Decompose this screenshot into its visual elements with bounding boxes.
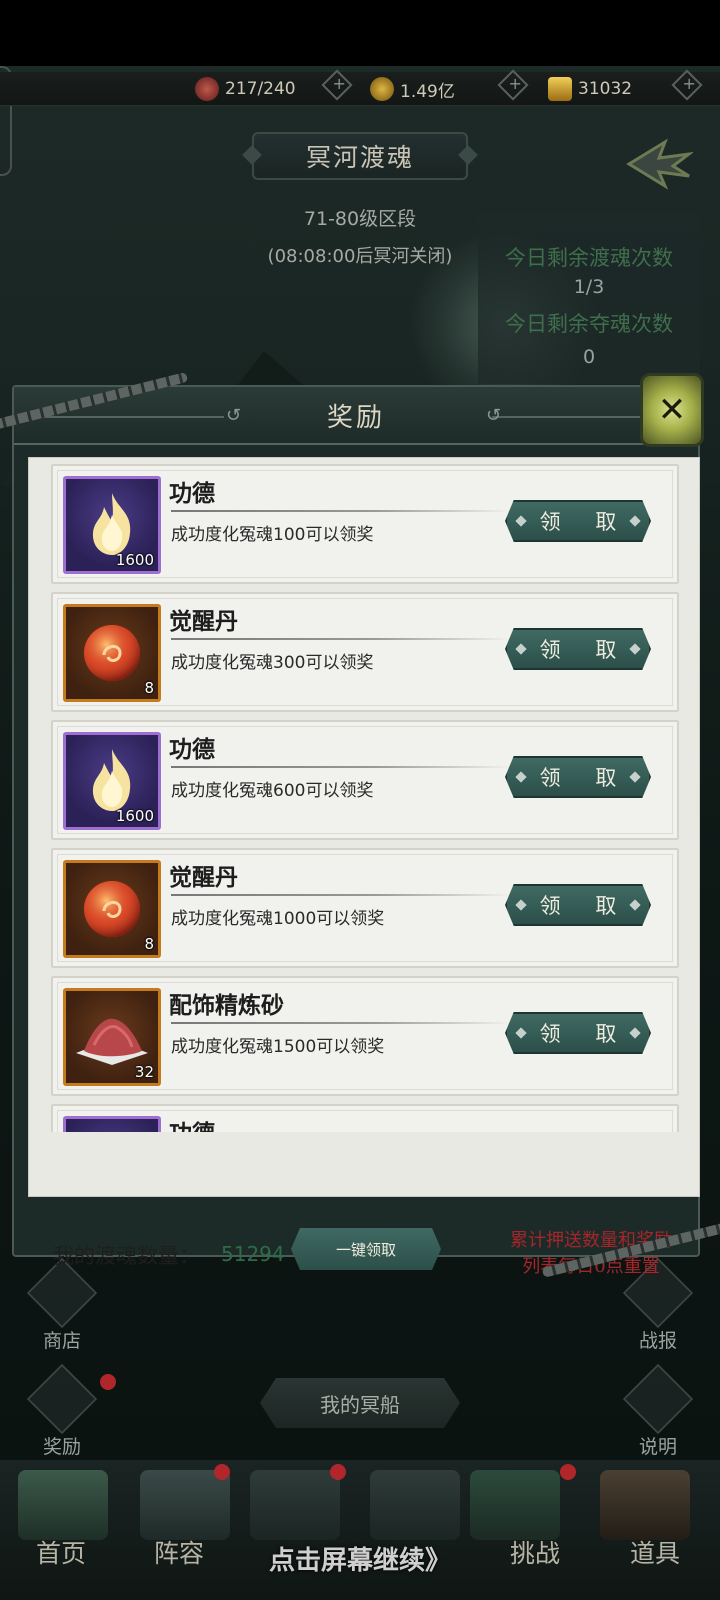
tap-to-continue-hint[interactable]: 点击屏幕继续》 <box>230 1540 490 1577</box>
notification-dot <box>214 1464 230 1480</box>
stamina-value: 217/240 <box>225 79 296 99</box>
remaining-ferry-value: 1/3 <box>573 276 605 298</box>
gold-ingot-icon <box>548 77 572 101</box>
item-count: 1600 <box>115 807 154 825</box>
reward-item-slot[interactable]: 8 <box>63 604 161 702</box>
back-arrow-icon[interactable] <box>625 136 693 192</box>
item-count: 1600 <box>115 551 154 569</box>
reward-list[interactable]: 1600 功德 成功度化冤魂100可以领奖 领 取 8 觉醒丹 成功度化冤魂30… <box>51 464 679 1132</box>
reward-row: 功德 <box>51 1104 679 1132</box>
silver-value: 1.49亿 <box>400 81 455 102</box>
claim-button[interactable]: 领 取 <box>505 884 651 926</box>
shop-label: 商店 <box>42 1330 81 1352</box>
sword-icon[interactable] <box>250 1470 340 1540</box>
my-souls-label: 我的渡魂数量： <box>53 1244 200 1268</box>
add-gold-icon[interactable] <box>671 69 703 101</box>
reward-item-slot[interactable]: 1600 <box>63 732 161 830</box>
notification-dot <box>560 1464 576 1480</box>
claim-all-button[interactable]: 一键领取 <box>291 1228 441 1270</box>
reward-item-slot[interactable]: 32 <box>63 988 161 1086</box>
item-count: 32 <box>134 1063 154 1081</box>
reward-name: 功德 <box>169 480 215 507</box>
claim-button[interactable]: 领 取 <box>505 756 651 798</box>
reward-row: 8 觉醒丹 成功度化冤魂300可以领奖 领 取 <box>51 592 679 712</box>
lineup-icon[interactable] <box>140 1470 230 1540</box>
daily-counts-panel: 今日剩余渡魂次数 1/3 今日剩余夺魂次数 0 <box>478 212 700 384</box>
reward-item-slot[interactable]: 1600 <box>63 476 161 574</box>
shop-button[interactable]: 商店 <box>22 1257 102 1353</box>
reward-name: 功德 <box>169 1114 215 1132</box>
divider <box>24 416 224 418</box>
my-ship-button[interactable]: 我的冥船 <box>260 1378 460 1428</box>
chest-icon <box>26 1363 98 1435</box>
stamina-resource: 217/240 <box>195 76 296 102</box>
battle-report-label: 战报 <box>638 1330 677 1352</box>
claim-button[interactable]: 领 取 <box>505 628 651 670</box>
reward-row: 1600 功德 成功度化冤魂100可以领奖 领 取 <box>51 464 679 584</box>
page-title: 冥河渡魂 <box>252 132 468 180</box>
divider <box>171 1022 511 1024</box>
modal-body: 1600 功德 成功度化冤魂100可以领奖 领 取 8 觉醒丹 成功度化冤魂30… <box>28 457 700 1277</box>
silver-resource: 1.49亿 <box>370 76 455 102</box>
help-button[interactable]: 说明 <box>618 1363 698 1459</box>
close-lantern-icon[interactable]: ✕ <box>640 373 704 447</box>
reward-name: 觉醒丹 <box>169 864 238 891</box>
remaining-steal-value: 0 <box>582 346 596 368</box>
reward-requirement: 成功度化冤魂1500可以领奖 <box>171 1037 385 1057</box>
nav-lineup[interactable]: 阵容 <box>124 1534 234 1570</box>
notification-dot <box>330 1464 346 1480</box>
my-souls-value: 51294 <box>221 1242 285 1266</box>
notification-dot <box>100 1374 116 1390</box>
add-stamina-icon[interactable] <box>321 69 353 101</box>
coin-icon <box>370 77 394 101</box>
stamina-icon <box>195 77 219 101</box>
reward-requirement: 成功度化冤魂1000可以领奖 <box>171 909 385 929</box>
reward-requirement: 成功度化冤魂300可以领奖 <box>171 653 374 673</box>
gold-value: 31032 <box>578 79 633 99</box>
reward-requirement: 成功度化冤魂600可以领奖 <box>171 781 374 801</box>
claim-button[interactable]: 领 取 <box>505 500 651 542</box>
challenge-icon[interactable] <box>470 1470 560 1540</box>
reward-item-slot[interactable] <box>63 1116 161 1132</box>
divider <box>171 894 511 896</box>
reward-name: 觉醒丹 <box>169 608 238 635</box>
nav-home[interactable]: 首页 <box>6 1534 116 1570</box>
reward-label: 奖励 <box>42 1436 81 1458</box>
claim-button[interactable]: 领 取 <box>505 1012 651 1054</box>
resource-bar: 217/240 1.49亿 31032 <box>0 69 720 106</box>
swirl-ornament-icon: ↺ <box>226 405 242 426</box>
reward-button[interactable]: 奖励 <box>22 1363 102 1459</box>
scroll-icon <box>622 1363 694 1435</box>
add-silver-icon[interactable] <box>497 69 529 101</box>
reward-row: 32 配饰精炼砂 成功度化冤魂1500可以领奖 领 取 <box>51 976 679 1096</box>
remaining-ferry-label: 今日剩余渡魂次数 <box>505 246 673 270</box>
nav-items[interactable]: 道具 <box>600 1534 710 1570</box>
help-label: 说明 <box>638 1436 677 1458</box>
swirl-ornament-icon: ↺ <box>486 405 502 426</box>
status-bar-background <box>0 0 720 66</box>
reward-name: 配饰精炼砂 <box>169 992 284 1019</box>
nav-challenge[interactable]: 挑战 <box>480 1534 590 1570</box>
reward-name: 功德 <box>169 736 215 763</box>
flame-icon <box>66 1119 158 1132</box>
crossed-swords-icon[interactable] <box>370 1470 460 1540</box>
item-bag-icon[interactable] <box>600 1470 690 1540</box>
modal-title: 奖励 <box>326 403 385 433</box>
close-countdown: (08:08:00后冥河关闭) <box>267 246 453 267</box>
level-range: 71-80级区段 <box>303 208 417 230</box>
item-count: 8 <box>144 935 154 953</box>
divider <box>171 510 511 512</box>
gold-resource: 31032 <box>548 76 632 102</box>
reward-row: 1600 功德 成功度化冤魂600可以领奖 领 取 <box>51 720 679 840</box>
divider <box>171 766 511 768</box>
reward-item-slot[interactable]: 8 <box>63 860 161 958</box>
remaining-steal-label: 今日剩余夺魂次数 <box>505 312 673 336</box>
divider <box>171 638 511 640</box>
item-count: 8 <box>144 679 154 697</box>
reward-requirement: 成功度化冤魂100可以领奖 <box>171 525 374 545</box>
reward-row: 8 觉醒丹 成功度化冤魂1000可以领奖 领 取 <box>51 848 679 968</box>
home-icon[interactable] <box>18 1470 108 1540</box>
reward-modal: ↺ ↺ 奖励 1600 功德 成功度化冤魂100可以领奖 领 取 8 觉醒丹 成… <box>12 385 700 1277</box>
